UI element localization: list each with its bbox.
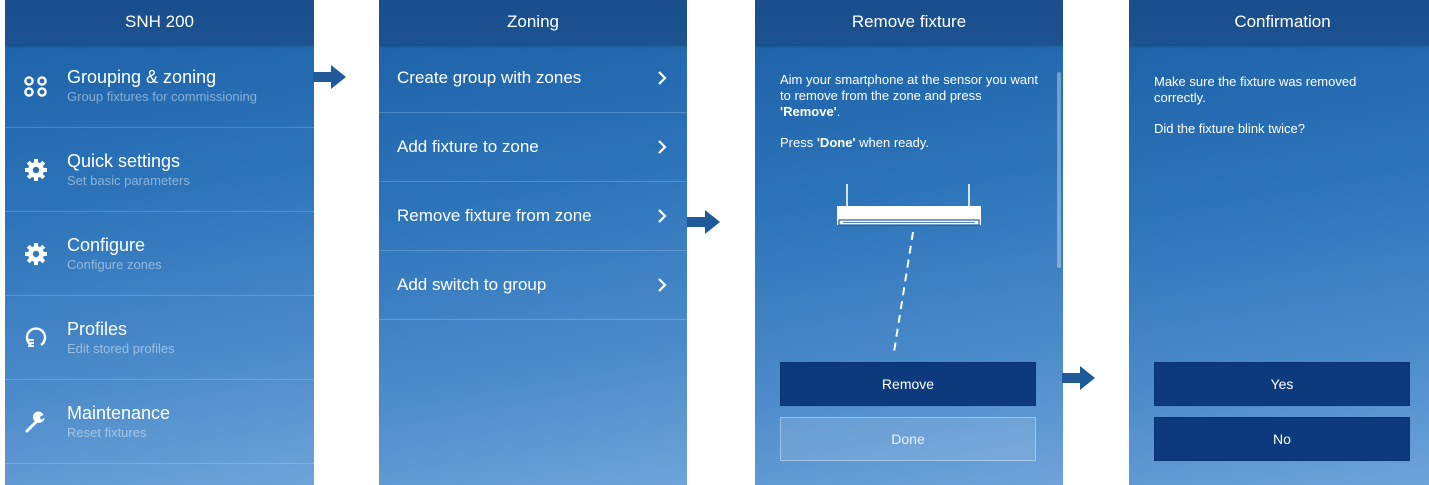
confirmation-text: Make sure the fixture was removed correc… (1129, 74, 1419, 106)
menu-item-title: Quick settings (67, 150, 181, 171)
chevron-right-icon (658, 71, 667, 85)
done-button-label: Done (891, 431, 925, 447)
menu-item-subtitle: Edit stored profiles (67, 340, 175, 356)
menu-item-subtitle: Group fixtures for commissioning (67, 88, 258, 104)
remove-button[interactable]: Remove (780, 362, 1036, 406)
app-header: Remove fixture (755, 0, 1063, 44)
header-title: Zoning (507, 12, 559, 31)
menu-item-maintenance[interactable]: Maintenance Reset fixtures (5, 380, 314, 464)
done-text-part: Press (780, 135, 817, 150)
screen-remove-fixture: Remove fixture Aim your smartphone at th… (755, 0, 1063, 485)
gear-icon (23, 157, 49, 183)
menu-item-title: Maintenance (67, 402, 171, 423)
confirmation-text-line: Make sure the fixture was removed correc… (1154, 74, 1357, 105)
menu-item-subtitle: Set basic parameters (67, 172, 190, 188)
menu-item-grouping[interactable]: Grouping & zoning Group fixtures for com… (5, 44, 314, 128)
menu-item-configure[interactable]: Configure Configure zones (5, 212, 314, 296)
done-text-end: when ready. (855, 135, 929, 150)
yes-button[interactable]: Yes (1154, 362, 1410, 406)
list-item-create-group[interactable]: Create group with zones (379, 44, 687, 113)
chevron-right-icon (658, 278, 667, 292)
menu-item-profiles[interactable]: Profiles Edit stored profiles (5, 296, 314, 380)
menu-item-title: Configure (67, 234, 146, 255)
fixture-illustration-icon (837, 184, 981, 353)
instruction-text-part: Aim your smartphone at the sensor you wa… (780, 72, 1038, 103)
menu-item-title: Profiles (67, 318, 128, 339)
profile-icon (23, 325, 49, 351)
flow-arrow-icon (1062, 366, 1095, 390)
done-button[interactable]: Done (780, 417, 1036, 461)
menu-item-title: Grouping & zoning (67, 66, 217, 87)
screen-confirmation: Confirmation Make sure the fixture was r… (1129, 0, 1429, 485)
list-item-label: Remove fixture from zone (397, 206, 592, 225)
screen-main-menu: SNH 200 Grouping & zoning Group fixtures… (5, 0, 314, 485)
header-title: SNH 200 (125, 12, 194, 31)
yes-button-label: Yes (1270, 376, 1294, 392)
flow-arrow-icon (313, 65, 346, 89)
gear-icon (23, 241, 49, 267)
no-button[interactable]: No (1154, 417, 1410, 461)
app-header: SNH 200 (5, 0, 314, 44)
flow-arrow-icon (687, 210, 720, 234)
app-header: Zoning (379, 0, 687, 44)
menu-item-quick-settings[interactable]: Quick settings Set basic parameters (5, 128, 314, 212)
instruction-text: Aim your smartphone at the sensor you wa… (755, 72, 1063, 120)
done-instruction-text: Press 'Done' when ready. (755, 135, 1063, 151)
question-text: Did the fixture blink twice? (1129, 121, 1429, 137)
question-text-line: Did the fixture blink twice? (1154, 121, 1306, 136)
header-title: Remove fixture (851, 12, 967, 31)
no-button-label: No (1273, 431, 1291, 447)
chevron-right-icon (658, 209, 667, 223)
done-bold: 'Done' (816, 135, 856, 150)
menu-item-subtitle: Configure zones (67, 256, 162, 272)
wrench-icon (23, 409, 49, 435)
remove-button-label: Remove (881, 376, 935, 392)
scrollbar[interactable] (1057, 72, 1061, 268)
grouping-icon (23, 73, 49, 99)
header-title: Confirmation (1234, 12, 1331, 31)
menu-item-subtitle: Reset fixtures (67, 424, 147, 440)
list-item-label: Create group with zones (397, 68, 582, 87)
list-item-label: Add switch to group (397, 275, 547, 294)
app-header: Confirmation (1129, 0, 1429, 44)
list-item-remove-fixture[interactable]: Remove fixture from zone (379, 182, 687, 251)
instruction-text-end: . (836, 104, 841, 119)
chevron-right-icon (658, 140, 667, 154)
list-item-add-fixture[interactable]: Add fixture to zone (379, 113, 687, 182)
screen-zoning: Zoning Create group with zones Add fixtu… (379, 0, 687, 485)
instruction-bold: 'Remove' (780, 104, 837, 119)
list-item-label: Add fixture to zone (397, 137, 539, 156)
list-item-add-switch[interactable]: Add switch to group (379, 251, 687, 320)
